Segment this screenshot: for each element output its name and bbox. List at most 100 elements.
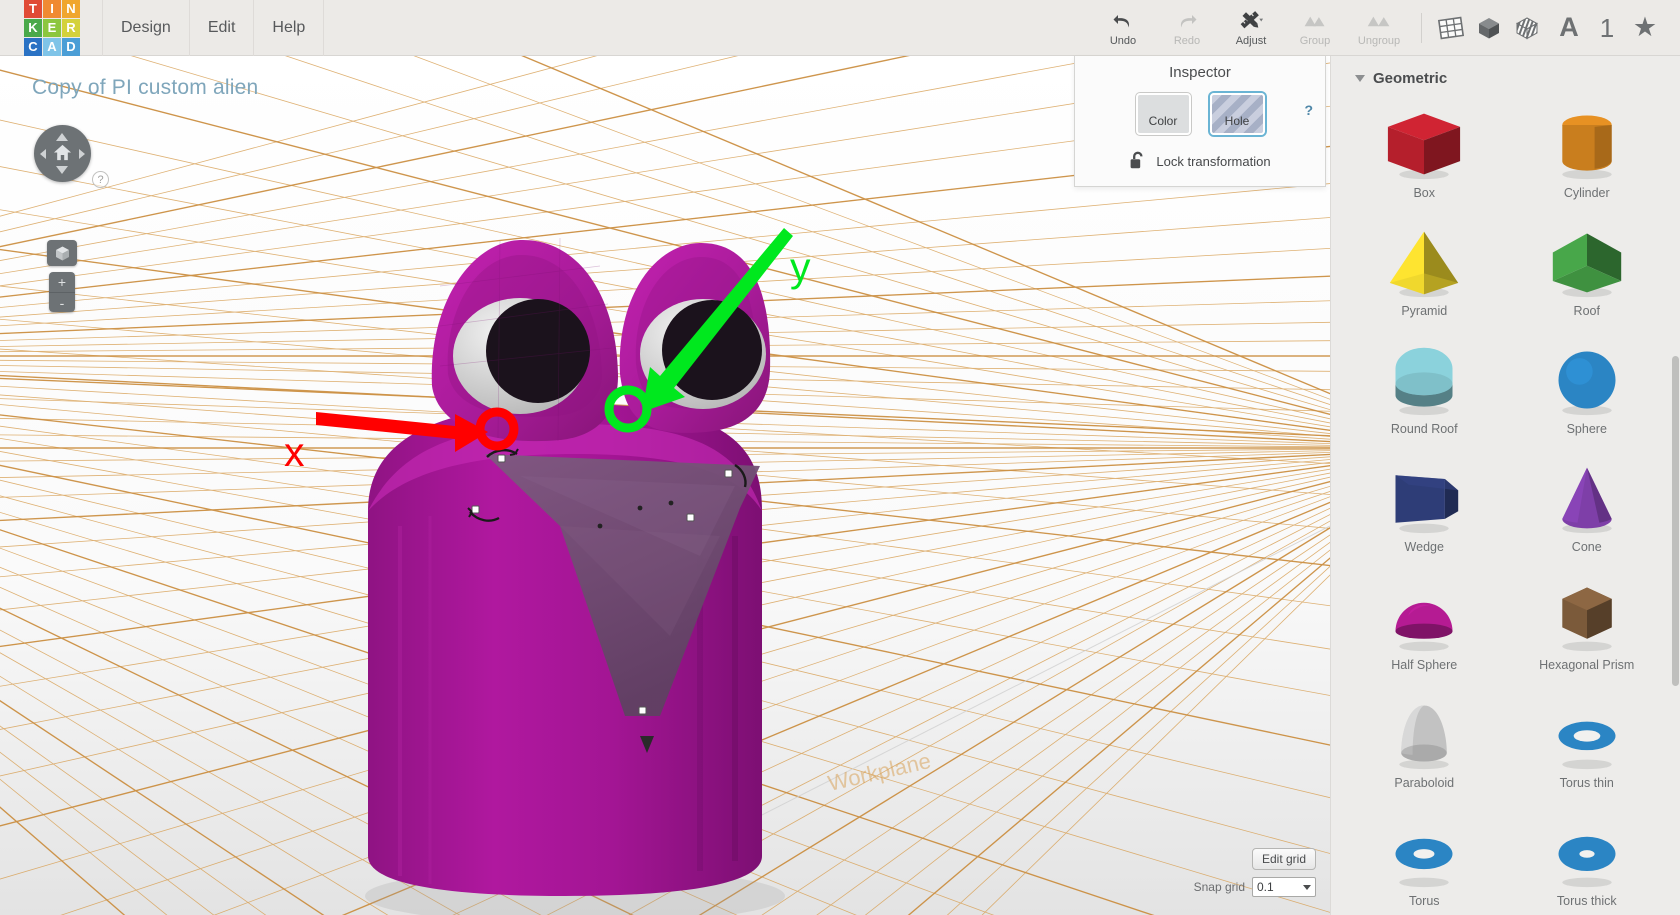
workplane-button[interactable] [1432, 0, 1470, 56]
inspector-title: Inspector [1169, 64, 1231, 81]
shape-item-roof[interactable]: Roof [1506, 215, 1669, 327]
viewport-help-badge[interactable]: ? [92, 171, 109, 188]
group-label: Group [1299, 34, 1331, 47]
grid-controls: Edit grid Snap grid 0.1 [1194, 848, 1316, 897]
hole-swatch-button[interactable]: Hole [1209, 93, 1265, 135]
cylinder-shape [1562, 115, 1612, 180]
inspector-help-link[interactable]: ? [1304, 102, 1313, 118]
shape-item-pyramid[interactable]: Pyramid [1343, 215, 1506, 327]
torus-thick-shape [1558, 836, 1616, 888]
tinkercad-logo[interactable]: TIN KER CAD [24, 0, 80, 56]
undo-label: Undo [1109, 34, 1137, 47]
shape-item-torus-thick[interactable]: Torus thick [1506, 805, 1669, 915]
top-toolbar: TINKERCAD Design Edit Help Undo Redo Adj… [0, 0, 1680, 56]
logo-tile-r: R [62, 18, 80, 37]
adjust-button[interactable]: Adjust [1219, 0, 1283, 56]
group-button[interactable]: Group [1283, 0, 1347, 56]
lock-transformation-row[interactable]: Lock transformation [1075, 151, 1325, 171]
shape-item-label: Round Roof [1390, 422, 1458, 436]
shapes-scrollbar[interactable] [1672, 356, 1679, 686]
logo-tile-c: C [24, 37, 42, 56]
shape-item-cylinder[interactable]: Cylinder [1506, 97, 1669, 209]
snap-grid-row: Snap grid 0.1 [1194, 877, 1316, 897]
tinkercad-app: TINKERCAD Design Edit Help Undo Redo Adj… [0, 0, 1680, 915]
shapes-grid: Box Cylinder Pyramid Roof Round Roof Sph… [1331, 97, 1680, 915]
shape-item-cone[interactable]: Cone [1506, 451, 1669, 563]
ungroup-label: Ungroup [1357, 34, 1401, 47]
fit-view-button[interactable] [47, 240, 77, 266]
shape-item-torus-thin[interactable]: Torus thin [1506, 687, 1669, 799]
shape-item-box[interactable]: Box [1343, 97, 1506, 209]
lock-transformation-label: Lock transformation [1156, 153, 1271, 169]
logo-tile-k: K [24, 18, 42, 37]
number-tool-button[interactable]: 1 [1588, 0, 1626, 56]
shape-item-label: Torus thick [1556, 894, 1617, 908]
menu-item-design[interactable]: Design [102, 0, 190, 56]
shape-item-label: Roof [1573, 304, 1600, 318]
logo-tile-n: N [62, 0, 80, 18]
shapes-group-header[interactable]: Geometric [1331, 56, 1680, 97]
zoom-controls: + - [49, 272, 75, 312]
menu-item-help[interactable]: Help [254, 0, 325, 56]
undo-arrow-icon [1113, 14, 1130, 27]
logo-tile-i: I [43, 0, 61, 18]
shape-item-round-roof[interactable]: Round Roof [1343, 333, 1506, 445]
shape-item-label: Wedge [1404, 540, 1444, 554]
shape-item-sphere[interactable]: Sphere [1506, 333, 1669, 445]
adjust-label: Adjust [1235, 34, 1267, 47]
shape-item-paraboloid[interactable]: Paraboloid [1343, 687, 1506, 799]
open-padlock-icon [1131, 151, 1143, 169]
sphere-shape [1558, 351, 1616, 416]
logo-tile-e: E [43, 18, 61, 37]
shapes-group-title: Geometric [1373, 70, 1448, 87]
shape-item-label: Sphere [1566, 422, 1607, 436]
ungroup-button[interactable]: Ungroup [1347, 0, 1411, 56]
shape-item-label: Hexagonal Prism [1539, 658, 1635, 672]
zoom-in-button[interactable]: + [49, 272, 75, 292]
snap-grid-value: 0.1 [1257, 880, 1274, 894]
ungroup-mountains-icon [1367, 16, 1390, 26]
solid-view-button[interactable] [1470, 0, 1508, 56]
shape-item-label: Paraboloid [1394, 776, 1455, 790]
torus-shape [1395, 838, 1453, 888]
snap-grid-select[interactable]: 0.1 [1252, 877, 1316, 897]
undo-button[interactable]: Undo [1091, 0, 1155, 56]
shape-item-label: Torus thin [1559, 776, 1614, 790]
shape-item-torus[interactable]: Torus [1343, 805, 1506, 915]
zoom-out-button[interactable]: - [49, 292, 75, 312]
orbit-right-arrow[interactable] [79, 149, 85, 159]
shape-item-half-sphere[interactable]: Half Sphere [1343, 569, 1506, 681]
ruler-pencil-icon [1240, 10, 1264, 28]
xray-view-button[interactable] [1508, 0, 1546, 56]
logo-tile-a: A [43, 37, 61, 56]
paraboloid-shape [1399, 705, 1449, 770]
shape-item-wedge[interactable]: Wedge [1343, 451, 1506, 563]
panel-collapse-toggle[interactable]: ❯ [1330, 416, 1331, 472]
orbit-left-arrow[interactable] [40, 149, 46, 159]
color-swatch-label: Color [1148, 114, 1178, 128]
round-roof-shape [1395, 347, 1453, 416]
favorites-star-icon: ★ [1632, 12, 1658, 42]
shape-item-hexagonal-prism[interactable]: Hexagonal Prism [1506, 569, 1669, 681]
inspector-panel: Inspector ? Color Hole Lock transformati… [1074, 56, 1326, 187]
text-tool-button[interactable]: A [1550, 0, 1588, 56]
snap-grid-label: Snap grid [1193, 880, 1245, 894]
hexagonal-prism-shape [1562, 587, 1612, 652]
shape-item-label: Cone [1571, 540, 1602, 554]
edit-grid-button[interactable]: Edit grid [1251, 848, 1316, 870]
chevron-down-icon [1355, 75, 1365, 82]
toolbar-actions: Undo Redo Adjust Group Ungroup A 1 ★ [1091, 0, 1680, 56]
orbit-down-arrow[interactable] [56, 166, 68, 174]
toolbar-divider [1421, 12, 1422, 43]
solid-cube-icon [1479, 17, 1499, 38]
home-icon[interactable] [53, 143, 72, 162]
chevron-down-icon [1303, 884, 1311, 890]
view-orbit-control[interactable] [34, 125, 91, 182]
hole-swatch-label: Hole [1224, 114, 1250, 128]
logo-tile-t: T [24, 0, 42, 18]
redo-button[interactable]: Redo [1155, 0, 1219, 56]
favorites-button[interactable]: ★ [1626, 0, 1664, 56]
menu-item-edit[interactable]: Edit [190, 0, 255, 56]
orbit-up-arrow[interactable] [56, 133, 68, 141]
color-swatch-button[interactable]: Color [1135, 93, 1191, 135]
